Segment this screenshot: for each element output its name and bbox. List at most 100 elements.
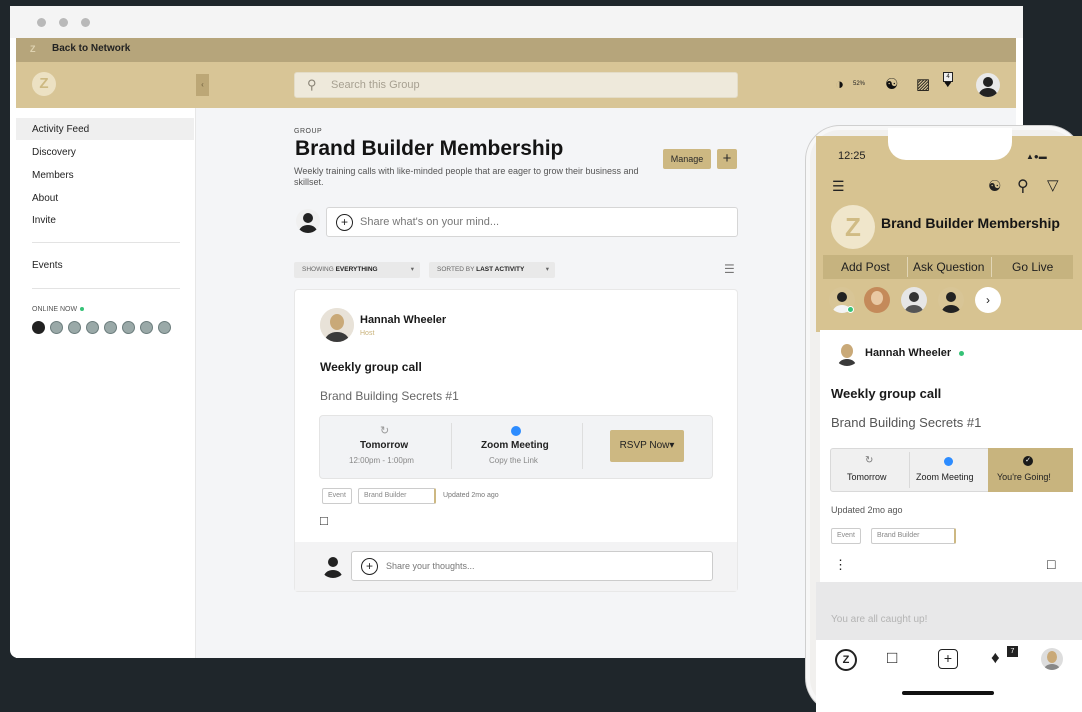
post-author-role: Host [360,330,375,337]
comment-avatar [320,552,346,578]
nav-notification-badge: 7 [1007,646,1018,657]
manage-button[interactable]: Manage [663,149,711,169]
menu-icon[interactable]: ☰ [832,178,845,195]
go-live-tab[interactable]: Go Live [1012,260,1053,274]
search-bar[interactable]: ⚲ Search this Group [294,72,738,98]
nav-profile-avatar[interactable] [1041,648,1063,670]
nav-create-icon[interactable]: + [938,649,958,669]
event-when-label: Tomorrow [360,440,409,451]
post-author-avatar[interactable] [320,308,354,342]
online-now-text: ONLINE NOW [32,306,78,313]
online-member-avatar[interactable] [158,321,171,334]
youre-going-button[interactable] [988,448,1073,492]
online-dot-icon [80,307,85,312]
post-author-name[interactable]: Hannah Wheeler [360,314,446,326]
add-circle-icon: + [336,214,353,231]
phone-member-avatar[interactable] [864,287,890,313]
sorted-prefix: SORTED BY [437,266,475,273]
copy-link-button[interactable]: Copy the Link [489,456,538,465]
rsvp-button[interactable]: RSVP Now▾ [610,430,684,462]
phone-tag-brand-builder[interactable]: Brand Builder [871,528,956,544]
back-to-network-link[interactable]: Back to Network [52,43,130,54]
phone-member-avatar[interactable] [901,287,927,313]
post-title[interactable]: Weekly group call [320,360,422,374]
tag-event[interactable]: Event [322,488,352,504]
composer-avatar [296,209,320,233]
profile-avatar-icon [1044,651,1060,670]
nav-notifications-icon[interactable]: ♦ [991,648,1000,668]
tab-separator [907,257,908,277]
home-indicator [902,691,994,695]
ask-question-tab[interactable]: Ask Question [913,260,984,274]
online-member-avatar[interactable] [68,321,81,334]
network-logo-icon: Z [30,44,36,54]
online-member-avatar[interactable] [50,321,63,334]
event-divider [909,452,910,488]
window-maximize-dot[interactable] [81,18,90,27]
composer-placeholder: Share what's on your mind... [360,216,500,228]
phone-post-author-avatar[interactable] [834,340,860,366]
zoom-icon [511,426,521,436]
online-member-avatar[interactable] [104,321,117,334]
search-input[interactable]: Search this Group [331,79,420,91]
sidebar-item-events[interactable]: Events [32,260,63,271]
add-post-tab[interactable]: Add Post [841,260,890,274]
add-person-icon[interactable]: ☯ [885,75,898,93]
nav-home-icon[interactable]: Z [835,649,857,671]
contrast-icon[interactable]: ◑ [835,76,844,93]
showing-filter-dropdown[interactable]: SHOWING EVERYTHING ▾ [294,262,420,278]
sort-filter-dropdown[interactable]: SORTED BY LAST ACTIVITY ▾ [429,262,555,278]
phone-tag-event[interactable]: Event [831,528,861,544]
phone-time: 12:25 [838,150,866,162]
avatar-icon [942,292,960,313]
more-options-icon[interactable]: ⋮ [834,557,847,573]
tab-separator [991,257,992,277]
online-now-label: ONLINE NOW [32,306,85,313]
tag-brand-builder[interactable]: Brand Builder [358,488,436,504]
group-eyebrow: GROUP [294,128,323,135]
sidebar-item-members[interactable]: Members [32,170,74,181]
sidebar-item-activity-feed[interactable]: Activity Feed [32,124,89,135]
youre-going-label: You're Going! [997,472,1051,482]
event-where-label: Zoom Meeting [481,440,549,451]
phone-group-logo: Z [831,205,875,249]
back-banner: Z Back to Network [16,38,1016,62]
sidebar-item-invite[interactable]: Invite [32,215,56,226]
avatar-icon [871,291,883,305]
composer-input[interactable]: + Share what's on your mind... [326,207,738,237]
post-subtitle: Brand Building Secrets #1 [320,389,459,403]
phone-search-icon[interactable]: ⚲ [1017,176,1029,196]
nav-chat-icon[interactable]: □ [887,648,897,668]
members-icon[interactable]: ☯ [988,177,1001,195]
phone-member-avatar[interactable] [938,287,964,313]
phone-post-title[interactable]: Weekly group call [831,386,941,401]
phone-post-author[interactable]: Hannah Wheeler [865,347,951,359]
phone-post-updated: Updated 2mo ago [831,505,903,515]
window-close-dot[interactable] [37,18,46,27]
online-member-avatar[interactable] [122,321,135,334]
more-members-button[interactable]: › [975,287,1001,313]
add-button[interactable]: + [717,149,737,169]
phone-comment-icon[interactable]: □ [1047,556,1055,572]
page-title: Brand Builder Membership [295,137,564,160]
comment-icon[interactable]: □ [320,513,328,528]
add-circle-icon: + [361,558,378,575]
sorted-value: LAST ACTIVITY [476,266,525,273]
online-member-avatar[interactable] [140,321,153,334]
list-view-icon[interactable]: ☰ [724,262,735,276]
window-titlebar [10,6,1023,38]
sidebar-collapse-button[interactable]: ‹ [196,74,209,96]
filter-icon[interactable]: ▽ [1047,176,1059,194]
caught-up-message: You are all caught up! [831,614,928,625]
sidebar-item-about[interactable]: About [32,193,58,204]
recurring-icon: ↻ [865,455,874,466]
sidebar-item-discovery[interactable]: Discovery [32,147,76,158]
window-minimize-dot[interactable] [59,18,68,27]
group-logo-icon[interactable]: Z [32,72,56,96]
chat-icon[interactable]: ▨ [916,75,930,93]
user-avatar[interactable] [976,73,1000,97]
online-member-avatar[interactable] [86,321,99,334]
online-member-avatar[interactable] [32,321,45,334]
rsvp-label: RSVP Now [619,440,670,451]
comment-input[interactable]: + Share your thoughts... [351,551,713,581]
